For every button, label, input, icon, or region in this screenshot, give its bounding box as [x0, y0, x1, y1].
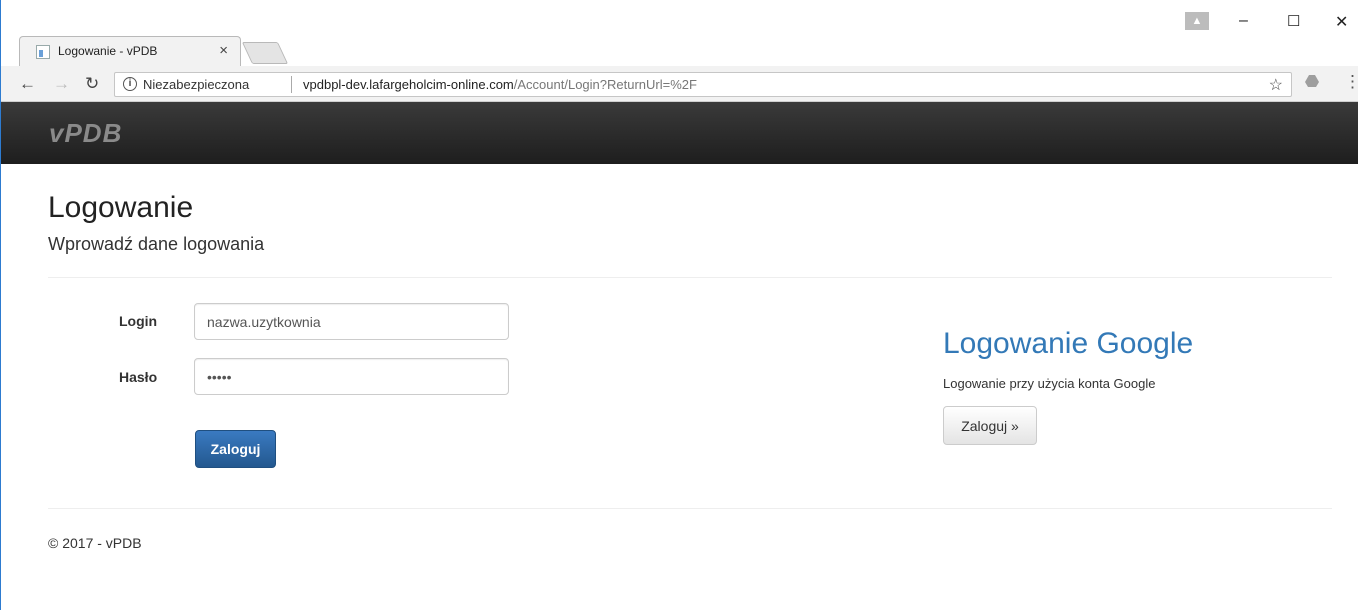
main-content: Logowanie Wprowadź dane logowania Login … [0, 164, 1358, 610]
tab-strip: Logowanie - vPDB × ▲ – ☐ ✕ [1, 0, 1358, 66]
browser-menu-icon[interactable]: ⋮ [1344, 72, 1358, 92]
security-label: Niezabezpieczona [143, 77, 250, 92]
brand-logo[interactable]: vPDB [49, 118, 122, 149]
google-login-title: Logowanie Google [943, 327, 1194, 360]
footer-copyright: © 2017 - vPDB [48, 535, 142, 551]
url-text[interactable]: vpdbpl-dev.lafargeholcim-online.com/Acco… [303, 77, 697, 92]
tab-close-icon[interactable]: × [219, 42, 228, 59]
google-login-button[interactable]: Zaloguj » [943, 406, 1037, 445]
page-favicon-icon [36, 45, 50, 59]
browser-tab[interactable]: Logowanie - vPDB × [19, 36, 241, 66]
login-input[interactable] [194, 303, 509, 340]
login-label: Login [119, 313, 158, 329]
new-tab-button[interactable] [241, 42, 289, 64]
footer-divider [48, 508, 1332, 509]
password-label: Hasło [119, 369, 158, 385]
user-profile-icon[interactable]: ▲ [1185, 12, 1209, 30]
address-separator [291, 76, 292, 93]
address-bar[interactable]: i Niezabezpieczona vpdbpl-dev.lafargehol… [114, 72, 1292, 97]
url-path: /Account/Login?ReturnUrl=%2F [513, 77, 697, 92]
browser-chrome: Logowanie - vPDB × ▲ – ☐ ✕ ← → ↻ i Nieza… [0, 0, 1358, 102]
login-submit-button[interactable]: Zaloguj [195, 430, 276, 468]
reload-icon[interactable]: ↻ [85, 74, 99, 94]
site-navbar: vPDB [0, 102, 1358, 164]
browser-toolbar: ← → ↻ i Niezabezpieczona vpdbpl-dev.lafa… [1, 66, 1358, 102]
page-subtitle: Wprowadź dane logowania [48, 234, 265, 254]
back-arrow-icon[interactable]: ← [19, 74, 36, 94]
google-login-description: Logowanie przy użycia konta Google [943, 376, 1156, 391]
password-input[interactable] [194, 358, 509, 395]
window-minimize-button[interactable]: – [1239, 12, 1248, 30]
drive-extension-icon[interactable] [1305, 75, 1319, 87]
divider [48, 277, 1332, 278]
url-host: vpdbpl-dev.lafargeholcim-online.com [303, 77, 514, 92]
forward-arrow-icon[interactable]: → [53, 74, 70, 94]
info-icon[interactable]: i [123, 77, 137, 91]
bookmark-star-icon[interactable]: ☆ [1269, 75, 1283, 95]
tab-title: Logowanie - vPDB [58, 44, 158, 58]
page-title: Logowanie [48, 191, 194, 224]
window-close-button[interactable]: ✕ [1335, 12, 1348, 32]
window-maximize-button[interactable]: ☐ [1287, 12, 1300, 30]
